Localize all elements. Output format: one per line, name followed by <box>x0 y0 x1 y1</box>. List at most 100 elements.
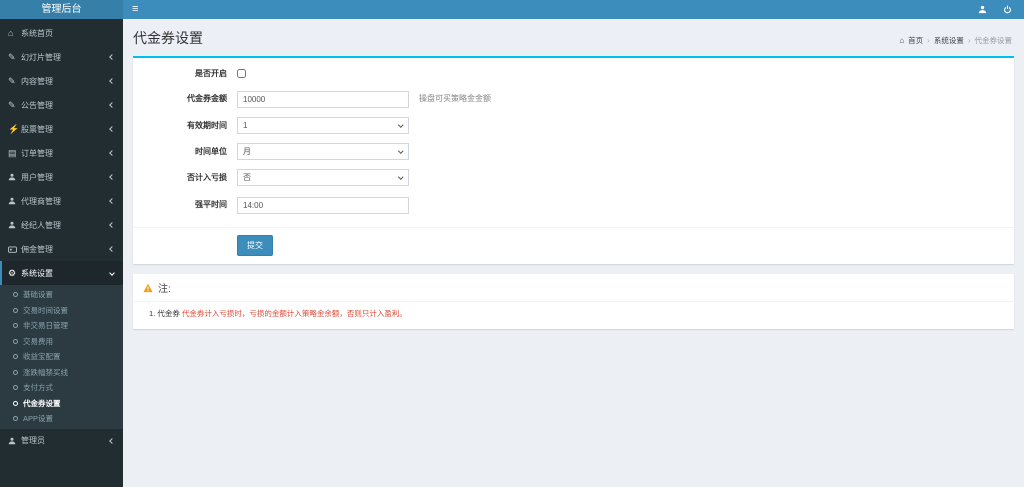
submit-button[interactable]: 提交 <box>237 235 273 256</box>
book-icon: ▤ <box>8 147 17 158</box>
sidebar-item-admin[interactable]: 管理员 <box>0 429 123 453</box>
submenu-item-trading-time[interactable]: 交易时间设置 <box>0 303 123 319</box>
chevron-left-icon <box>109 54 115 60</box>
sidebar-item-agents[interactable]: 代理商管理 <box>0 189 123 213</box>
form-row-count-loss: 否计入亏损 否 <box>143 169 1004 186</box>
circle-icon <box>13 307 18 313</box>
form-row-amount: 代金券金额 操盘可买策略金金额 <box>143 89 1004 108</box>
submenu-item-non-trading-day[interactable]: 非交易日管理 <box>0 318 123 334</box>
home-icon: ⌂ <box>8 27 14 38</box>
chevron-left-icon <box>109 102 115 108</box>
sidebar-item-orders[interactable]: ▤ 订单管理 <box>0 141 123 165</box>
sidebar-item-content[interactable]: ✎ 内容管理 <box>0 69 123 93</box>
circle-icon <box>13 354 18 360</box>
note-item-text: 代金券计入亏损时，亏损的金额计入策略金余额，否则只计入盈利。 <box>181 309 407 318</box>
chevron-down-icon <box>109 270 115 276</box>
breadcrumb-section-link[interactable]: 系统设置 <box>934 35 964 46</box>
submenu-item-label: 交易费用 <box>23 336 53 346</box>
sidebar-item-commission[interactable]: 佣金管理 <box>0 237 123 261</box>
chevron-left-icon <box>109 174 115 180</box>
form-row-enable: 是否开启 <box>143 68 1004 79</box>
form-row-force-close: 强平时间 <box>143 195 1004 214</box>
circle-icon <box>13 400 18 406</box>
note-item-label: 1. 代金券 <box>149 309 180 318</box>
chevron-left-icon <box>109 150 115 156</box>
time-unit-value: 月 <box>243 147 251 156</box>
main-content: 代金券设置 ⌂ 首页 › 系统设置 › 代金券设置 是否开启 代金券金额 100… <box>123 19 1024 487</box>
voucher-amount-input[interactable] <box>237 91 409 108</box>
submenu-item-label: 支付方式 <box>23 383 53 393</box>
breadcrumb-home-link[interactable]: 首页 <box>908 35 923 46</box>
breadcrumb: ⌂ 首页 › 系统设置 › 代金券设置 <box>899 35 1012 46</box>
sidebar-item-label: 幻灯片管理 <box>21 52 61 62</box>
user-icon[interactable] <box>978 5 987 14</box>
sidebar-item-dashboard[interactable]: ⌂ 系统首页 <box>0 21 123 45</box>
sidebar-item-stock[interactable]: ⚡ 股票管理 <box>0 117 123 141</box>
bolt-icon: ⚡ <box>8 123 20 134</box>
chevron-left-icon <box>109 78 115 84</box>
money-card-icon <box>8 245 21 254</box>
submenu-item-voucher-settings[interactable]: 代金券设置 <box>0 396 123 412</box>
content-header: 代金券设置 ⌂ 首页 › 系统设置 › 代金券设置 <box>123 19 1024 54</box>
sidebar-item-system-settings[interactable]: ⚙ 系统设置 <box>0 261 123 285</box>
chevron-down-icon <box>397 148 403 153</box>
time-unit-control: 月 <box>237 143 409 160</box>
form-row-validity: 有效期时间 1 <box>143 117 1004 134</box>
top-navbar: 管理后台 ≡ <box>0 0 1024 19</box>
submenu-item-label: 收益宝配置 <box>23 352 61 362</box>
circle-icon <box>13 369 18 375</box>
user-icon <box>8 197 21 205</box>
sidebar-item-announcement[interactable]: ✎ 公告管理 <box>0 93 123 117</box>
time-unit-label: 时间单位 <box>195 147 227 156</box>
validity-period-value: 1 <box>243 121 248 130</box>
submenu-item-trading-fees[interactable]: 交易费用 <box>0 334 123 350</box>
sidebar-item-label: 公告管理 <box>21 100 53 110</box>
validity-period-select[interactable]: 1 <box>237 117 409 134</box>
power-icon[interactable] <box>1003 5 1012 14</box>
sidebar-item-label: 管理员 <box>21 436 45 445</box>
chevron-down-icon <box>397 174 403 179</box>
edit-icon: ✎ <box>8 99 16 110</box>
time-unit-select[interactable]: 月 <box>237 143 409 160</box>
validity-period-control: 1 <box>237 117 409 134</box>
sidebar-item-brokers[interactable]: 经纪人管理 <box>0 213 123 237</box>
sidebar-item-slideshow[interactable]: ✎ 幻灯片管理 <box>0 45 123 69</box>
sidebar-item-label: 经纪人管理 <box>21 220 61 230</box>
circle-icon <box>13 385 18 391</box>
validity-period-label: 有效期时间 <box>187 121 227 130</box>
user-icon <box>8 221 21 229</box>
submenu-item-payment-methods[interactable]: 支付方式 <box>0 380 123 396</box>
home-icon: ⌂ <box>899 35 905 45</box>
sidebar-item-label: 订单管理 <box>21 148 53 158</box>
submenu-item-label: APP设置 <box>23 414 54 424</box>
note-header: 注: <box>133 274 1014 302</box>
form-row-time-unit: 时间单位 月 <box>143 143 1004 160</box>
voucher-settings-panel: 是否开启 代金券金额 操盘可买策略金金额 有效期时间 1 <box>133 56 1014 264</box>
submenu-item-shouyibao-config[interactable]: 收益宝配置 <box>0 349 123 365</box>
chevron-left-icon <box>109 246 115 252</box>
sidebar-item-users[interactable]: 用户管理 <box>0 165 123 189</box>
sidebar-item-label: 用户管理 <box>21 172 53 182</box>
note-body: 1. 代金券 代金券计入亏损时，亏损的金额计入策略金余额，否则只计入盈利。 <box>133 302 1014 329</box>
breadcrumb-separator: › <box>927 35 930 45</box>
brand-logo[interactable]: 管理后台 <box>0 0 123 19</box>
admin-app: 管理后台 ≡ ⌂ 系统首页 ✎ 幻灯片管理 ✎ 内容管理 ✎ 公告管理 ⚡ 股票… <box>0 0 1024 487</box>
sidebar-item-label: 代理商管理 <box>21 196 61 206</box>
voucher-form: 是否开启 代金券金额 操盘可买策略金金额 有效期时间 1 <box>133 58 1014 227</box>
voucher-amount-label: 代金券金额 <box>187 94 227 103</box>
submenu-item-basic-settings[interactable]: 基础设置 <box>0 287 123 303</box>
count-loss-label: 否计入亏损 <box>187 173 227 182</box>
count-loss-select[interactable]: 否 <box>237 169 409 186</box>
page-title: 代金券设置 <box>133 30 203 46</box>
force-close-time-input[interactable] <box>237 197 409 214</box>
hamburger-menu-icon[interactable]: ≡ <box>132 4 138 15</box>
enable-checkbox[interactable] <box>237 69 246 78</box>
submenu-item-app-settings[interactable]: APP设置 <box>0 411 123 427</box>
submenu-item-label: 涨跌幅禁买线 <box>23 367 68 377</box>
navbar-main: ≡ <box>123 0 1024 19</box>
submenu-item-limit-no-buy-line[interactable]: 涨跌幅禁买线 <box>0 365 123 381</box>
count-loss-value: 否 <box>243 173 251 182</box>
submenu-item-label: 交易时间设置 <box>23 305 68 315</box>
enable-label: 是否开启 <box>195 69 227 78</box>
sidebar: ⌂ 系统首页 ✎ 幻灯片管理 ✎ 内容管理 ✎ 公告管理 ⚡ 股票管理 ▤ 订单… <box>0 19 123 487</box>
